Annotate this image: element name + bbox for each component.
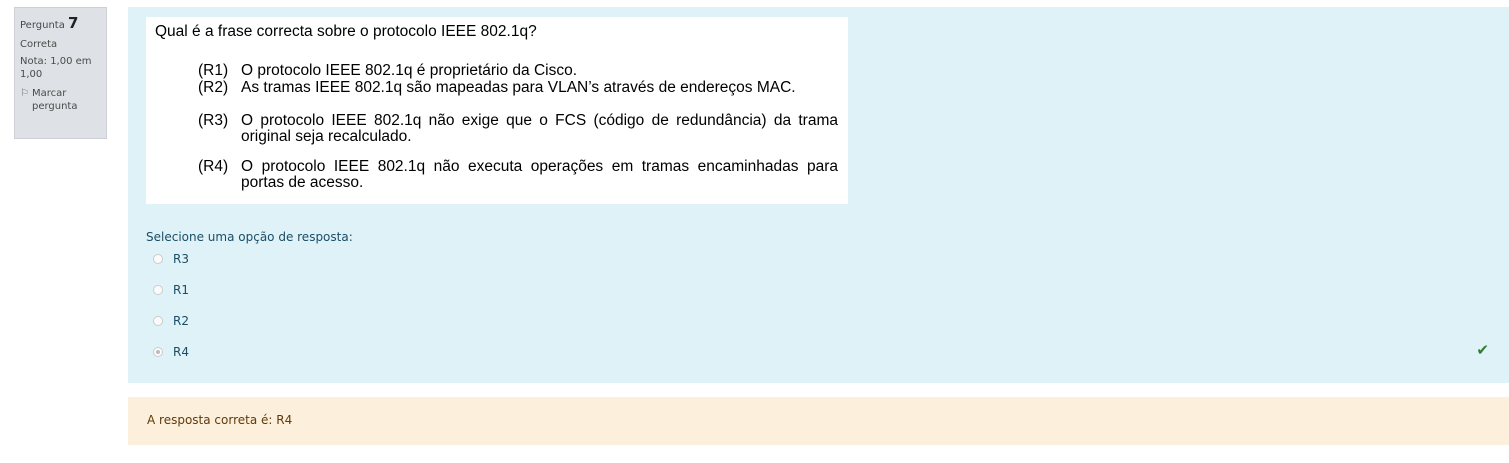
correct-answer-feedback: A resposta correta é: R4 — [128, 397, 1509, 445]
statement-r4: (R4) O protocolo IEEE 802.1q não executa… — [198, 159, 838, 191]
question-state: Correta — [20, 38, 58, 50]
statement-text: O protocolo IEEE 802.1q não exige que o … — [241, 112, 838, 145]
answer-option-label: R2 — [173, 314, 189, 328]
answer-option-r4[interactable]: R4 — [153, 345, 189, 359]
statement-text: O protocolo IEEE 802.1q é proprietário d… — [241, 62, 578, 79]
answer-option-r3[interactable]: R3 — [153, 252, 189, 266]
question-text-image: Qual é a frase correcta sobre o protocol… — [146, 17, 848, 204]
question-formulation: Qual é a frase correcta sobre o protocol… — [128, 7, 1509, 383]
answer-option-r2[interactable]: R2 — [153, 314, 189, 328]
flag-question-link[interactable]: ⚐ Marcar pergunta — [20, 87, 101, 113]
statement-text: As tramas IEEE 802.1q são mapeadas para … — [241, 79, 796, 96]
statement-tag: (R3) — [198, 112, 229, 129]
flag-icon: ⚐ — [20, 87, 29, 99]
statement-r1: (R1) O protocolo IEEE 802.1q é proprietá… — [198, 63, 838, 79]
question-info-panel: Pergunta 7 Correta Nota: 1,00 em 1,00 ⚐ … — [14, 7, 107, 139]
answer-prompt: Selecione uma opção de resposta: — [146, 230, 353, 244]
statement-tag: (R2) — [198, 79, 229, 96]
question-title: Qual é a frase correcta sobre o protocol… — [155, 23, 537, 40]
check-icon: ✔ — [1476, 341, 1489, 359]
statement-tag: (R4) — [198, 158, 229, 175]
question-number-heading: Pergunta 7 — [20, 14, 101, 34]
question-number: 7 — [68, 14, 79, 32]
statement-r3: (R3) O protocolo IEEE 802.1q não exige q… — [198, 113, 838, 145]
radio-button[interactable] — [153, 316, 163, 326]
radio-button[interactable] — [153, 254, 163, 264]
statement-tag: (R1) — [198, 62, 229, 79]
answer-option-r1[interactable]: R1 — [153, 283, 189, 297]
answer-option-label: R1 — [173, 283, 189, 297]
statement-text: O protocolo IEEE 802.1q não executa oper… — [241, 158, 838, 191]
answer-option-label: R4 — [173, 345, 189, 359]
statement-r2: (R2) As tramas IEEE 802.1q são mapeadas … — [198, 80, 838, 96]
radio-button[interactable] — [153, 285, 163, 295]
question-label: Pergunta — [20, 20, 65, 31]
radio-button-checked[interactable] — [153, 347, 163, 357]
question-grade: Nota: 1,00 em 1,00 — [20, 55, 92, 80]
answer-option-label: R3 — [173, 252, 189, 266]
feedback-text: A resposta correta é: R4 — [147, 413, 293, 427]
flag-question-label: Marcar pergunta — [31, 87, 78, 112]
